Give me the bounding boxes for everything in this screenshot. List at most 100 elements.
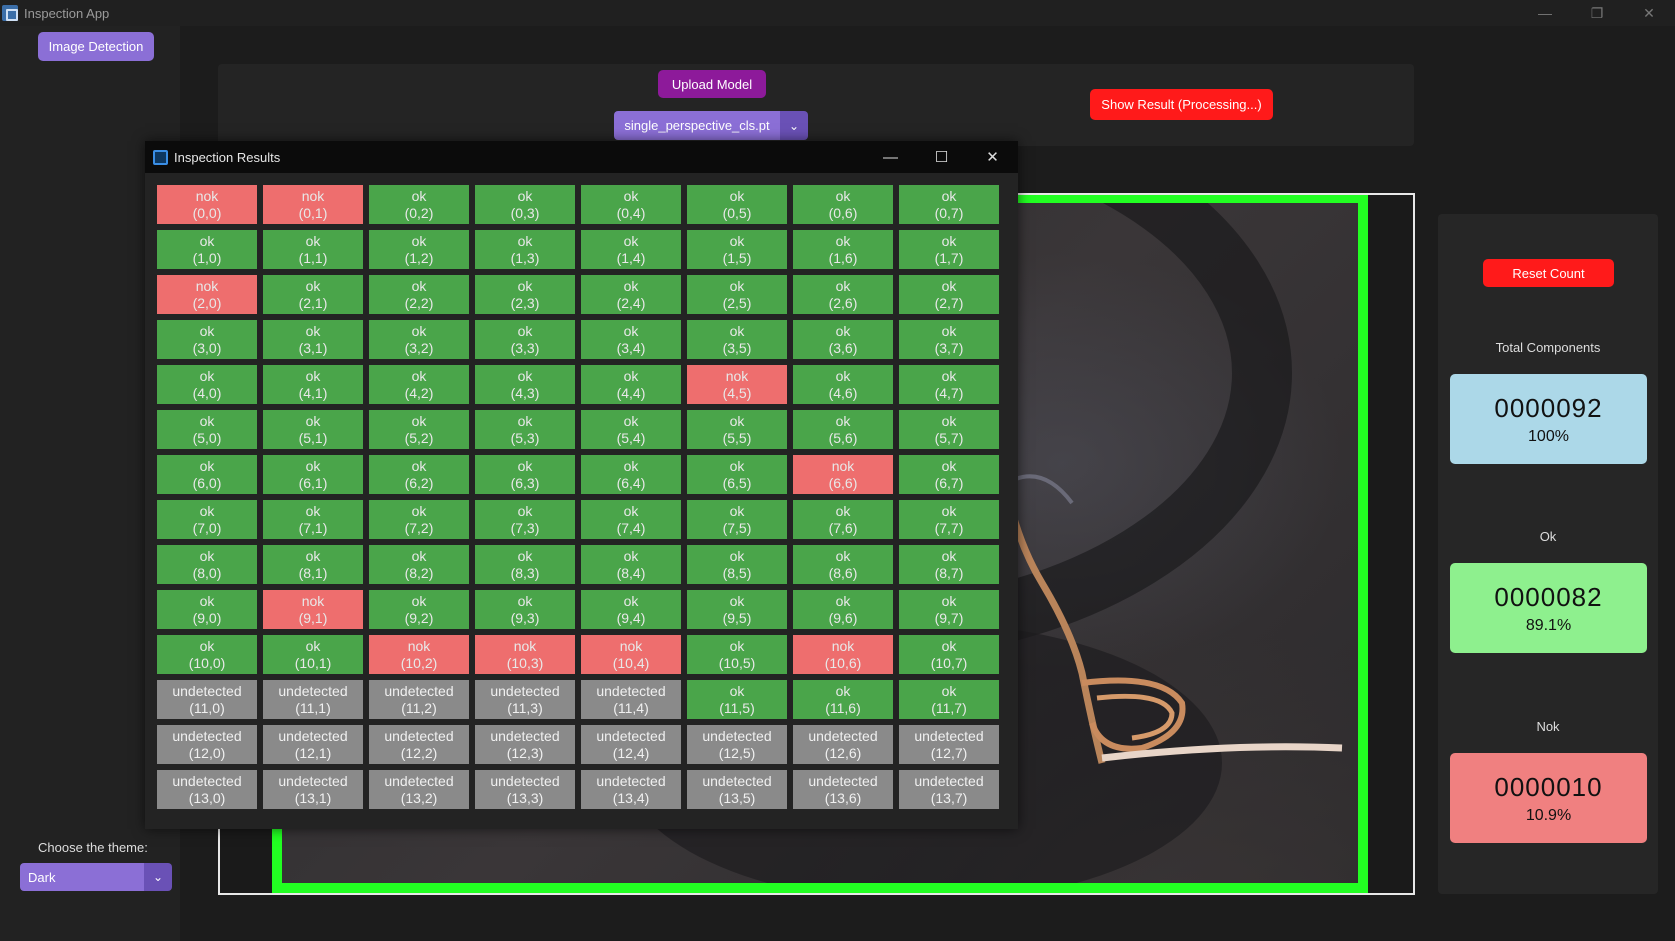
window-controls: — ❐ ✕ [1519, 0, 1675, 26]
result-cell: ok (9,5) [687, 590, 787, 629]
minimize-icon[interactable]: — [865, 141, 916, 173]
chevron-down-icon[interactable]: ⌄ [144, 863, 172, 891]
result-position: (4,2) [404, 384, 434, 401]
result-status: ok [517, 187, 533, 204]
result-status: ok [941, 457, 957, 474]
results-title-bar[interactable]: Inspection Results — ☐ ✕ [145, 141, 1018, 173]
result-status: ok [199, 637, 215, 654]
ok-label: Ok [1539, 529, 1557, 544]
total-percent: 100% [1528, 427, 1569, 445]
result-status: ok [411, 547, 427, 564]
result-status: nok [513, 637, 537, 654]
result-cell: ok (0,3) [475, 185, 575, 224]
result-status: ok [729, 682, 745, 699]
result-position: (7,7) [934, 519, 964, 536]
result-status: ok [941, 187, 957, 204]
result-cell: ok (2,2) [369, 275, 469, 314]
total-components-box: 0000092 100% [1450, 374, 1647, 464]
result-position: (11,7) [931, 699, 967, 716]
reset-count-button[interactable]: Reset Count [1483, 259, 1614, 287]
result-cell: ok (7,6) [793, 500, 893, 539]
result-position: (1,1) [298, 249, 328, 266]
result-status: ok [729, 457, 745, 474]
maximize-icon[interactable]: ☐ [916, 141, 967, 173]
result-status: ok [411, 592, 427, 609]
model-select[interactable]: single_perspective_cls.pt ⌄ [614, 111, 808, 140]
result-status: ok [941, 502, 957, 519]
result-position: (12,1) [294, 744, 332, 761]
close-icon[interactable]: ✕ [1623, 0, 1675, 26]
result-cell: ok (2,4) [581, 275, 681, 314]
nok-percent: 10.9% [1525, 806, 1572, 824]
result-status: ok [305, 322, 321, 339]
result-status: undetected [384, 772, 454, 789]
chevron-down-icon[interactable]: ⌄ [780, 111, 808, 140]
result-position: (3,6) [828, 339, 858, 356]
result-status: ok [835, 682, 851, 699]
result-status: ok [835, 592, 851, 609]
show-result-button[interactable]: Show Result (Processing...) [1090, 89, 1273, 120]
result-cell: nok (2,0) [157, 275, 257, 314]
app-window: Inspection App — ❐ ✕ Image Detection Cho… [0, 0, 1675, 941]
result-position: (1,0) [192, 249, 222, 266]
result-cell: undetected (12,1) [263, 725, 363, 764]
app-icon [2, 5, 18, 21]
restore-icon[interactable]: ❐ [1571, 0, 1623, 26]
result-cell: ok (3,3) [475, 320, 575, 359]
image-detection-button[interactable]: Image Detection [38, 32, 154, 61]
result-position: (10,5) [718, 654, 756, 671]
close-icon[interactable]: ✕ [967, 141, 1018, 173]
result-position: (4,3) [510, 384, 540, 401]
result-position: (10,0) [188, 654, 226, 671]
result-status: ok [411, 367, 427, 384]
result-cell: nok (10,2) [369, 635, 469, 674]
result-status: ok [623, 187, 639, 204]
result-status: undetected [702, 772, 772, 789]
model-select-value[interactable]: single_perspective_cls.pt [614, 111, 780, 140]
result-status: undetected [702, 727, 772, 744]
result-position: (11,3) [507, 699, 543, 716]
result-status: ok [941, 547, 957, 564]
result-position: (3,2) [404, 339, 434, 356]
result-position: (2,7) [934, 294, 964, 311]
result-status: undetected [490, 727, 560, 744]
result-position: (3,0) [192, 339, 222, 356]
result-position: (11,2) [401, 699, 437, 716]
result-position: (11,5) [719, 699, 755, 716]
result-status: ok [623, 322, 639, 339]
result-cell: ok (4,2) [369, 365, 469, 404]
result-position: (6,7) [934, 474, 964, 491]
minimize-icon[interactable]: — [1519, 0, 1571, 26]
result-status: ok [729, 412, 745, 429]
result-position: (6,4) [616, 474, 646, 491]
result-position: (9,0) [192, 609, 222, 626]
result-status: ok [729, 592, 745, 609]
result-status: ok [729, 547, 745, 564]
upload-model-button[interactable]: Upload Model [658, 70, 766, 98]
result-cell: ok (6,7) [899, 455, 999, 494]
result-status: ok [411, 322, 427, 339]
result-status: nok [301, 187, 325, 204]
result-position: (12,2) [400, 744, 438, 761]
result-position: (0,6) [828, 204, 858, 221]
result-cell: ok (3,1) [263, 320, 363, 359]
result-status: undetected [808, 772, 878, 789]
result-cell: ok (9,4) [581, 590, 681, 629]
result-status: ok [517, 412, 533, 429]
result-position: (13,7) [930, 789, 968, 806]
result-cell: ok (8,4) [581, 545, 681, 584]
result-cell: undetected (13,3) [475, 770, 575, 809]
result-position: (13,2) [400, 789, 438, 806]
result-cell: nok (10,4) [581, 635, 681, 674]
result-cell: ok (6,5) [687, 455, 787, 494]
result-status: ok [517, 592, 533, 609]
theme-select-value[interactable]: Dark [20, 863, 144, 891]
result-status: ok [305, 502, 321, 519]
result-cell: ok (10,1) [263, 635, 363, 674]
result-status: nok [407, 637, 431, 654]
result-status: undetected [596, 727, 666, 744]
theme-select[interactable]: Dark ⌄ [20, 863, 172, 891]
result-cell: ok (7,3) [475, 500, 575, 539]
result-cell: undetected (12,7) [899, 725, 999, 764]
result-position: (12,0) [188, 744, 226, 761]
